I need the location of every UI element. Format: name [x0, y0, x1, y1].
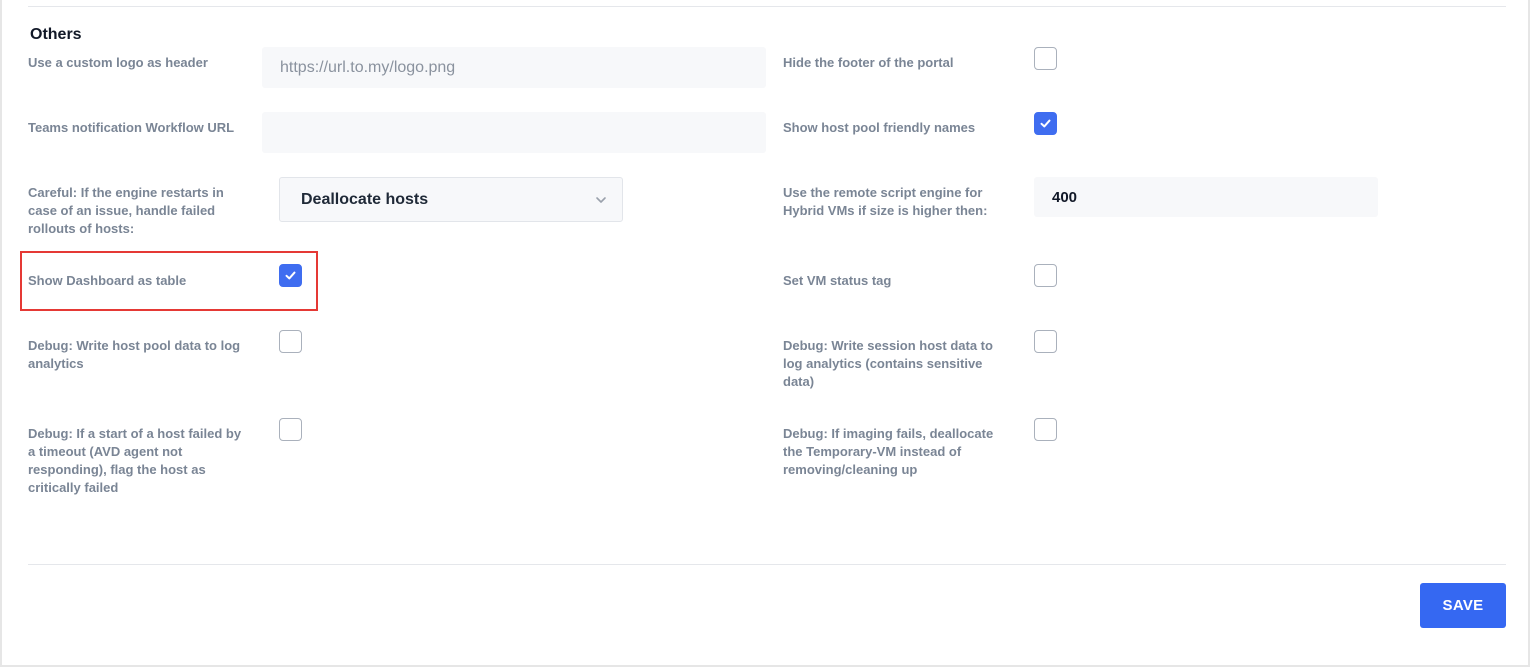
friendly-names-label: Show host pool friendly names	[783, 120, 976, 135]
debug-session-host-label: Debug: Write session host data to log an…	[783, 338, 993, 389]
debug-imaging-label: Debug: If imaging fails, deallocate the …	[783, 426, 994, 477]
dashboard-table-label: Show Dashboard as table	[28, 273, 187, 288]
debug-session-host-checkbox[interactable]	[1034, 330, 1057, 353]
dashboard-table-checkbox[interactable]	[279, 264, 302, 287]
vm-status-tag-checkbox[interactable]	[1034, 264, 1057, 287]
debug-hostpool-checkbox[interactable]	[279, 330, 302, 353]
vm-status-tag-label: Set VM status tag	[783, 273, 892, 288]
save-button[interactable]: SAVE	[1420, 583, 1506, 628]
custom-logo-input[interactable]	[262, 47, 766, 88]
engine-restart-select[interactable]: Deallocate hosts	[279, 177, 623, 222]
remote-script-label: Use the remote script engine for Hybrid …	[783, 185, 988, 218]
check-icon	[285, 271, 296, 280]
engine-restart-selected: Deallocate hosts	[301, 190, 429, 208]
top-divider	[28, 6, 1506, 7]
debug-start-failed-label: Debug: If a start of a host failed by a …	[28, 426, 242, 495]
check-icon	[1040, 119, 1051, 128]
debug-hostpool-label: Debug: Write host pool data to log analy…	[28, 338, 241, 371]
teams-url-label: Teams notification Workflow URL	[28, 120, 235, 135]
debug-imaging-checkbox[interactable]	[1034, 418, 1057, 441]
bottom-divider	[28, 564, 1506, 565]
remote-script-size-input[interactable]	[1034, 177, 1378, 217]
custom-logo-label: Use a custom logo as header	[28, 55, 208, 70]
section-title: Others	[30, 26, 82, 43]
friendly-names-checkbox[interactable]	[1034, 112, 1057, 135]
settings-panel: Others Use a custom logo as header Teams…	[2, 0, 1528, 665]
hide-footer-checkbox[interactable]	[1034, 47, 1057, 70]
hide-footer-label: Hide the footer of the portal	[783, 55, 954, 70]
debug-start-failed-checkbox[interactable]	[279, 418, 302, 441]
engine-restart-label: Careful: If the engine restarts in case …	[28, 185, 224, 236]
teams-url-input[interactable]	[262, 112, 766, 153]
chevron-down-icon	[596, 196, 606, 203]
